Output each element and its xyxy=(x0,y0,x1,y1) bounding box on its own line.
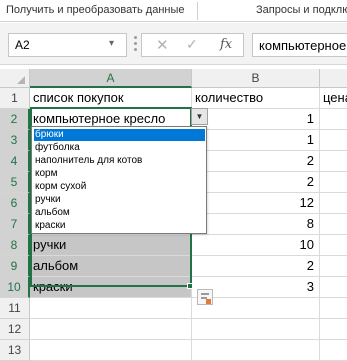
cell-c[interactable] xyxy=(320,256,347,277)
data-validation-list: брюки футболка наполнитель для котов корм ко… xyxy=(31,126,207,234)
cell-b[interactable]: 12 xyxy=(192,193,320,214)
select-all-triangle-icon xyxy=(17,76,25,84)
cell-b[interactable]: 2 xyxy=(192,172,320,193)
cell-c[interactable] xyxy=(320,235,347,256)
cell-c[interactable] xyxy=(320,214,347,235)
name-box[interactable]: A2 ▾ xyxy=(8,33,127,57)
dropdown-option[interactable]: брюки xyxy=(34,129,205,141)
row-header[interactable]: 6 xyxy=(0,193,30,214)
fill-handle[interactable] xyxy=(187,283,193,289)
cell-b[interactable]: 1 xyxy=(192,109,320,130)
dropdown-option[interactable]: корм xyxy=(34,168,205,180)
cell-c[interactable] xyxy=(320,193,347,214)
cancel-icon[interactable]: ✕ xyxy=(156,36,169,54)
cell-c[interactable]: цена xyxy=(320,88,347,109)
dropdown-option[interactable]: краски xyxy=(34,220,205,232)
cell-b[interactable]: 1 xyxy=(192,130,320,151)
cell-a[interactable] xyxy=(30,319,192,340)
ribbon-group-queries[interactable]: Запросы и подклю xyxy=(256,4,347,16)
row-header[interactable]: 5 xyxy=(0,172,30,193)
cell-c[interactable] xyxy=(320,109,347,130)
enter-icon[interactable]: ✓ xyxy=(186,36,198,53)
cell-b[interactable]: количество xyxy=(192,88,320,109)
data-validation-dropdown-button[interactable]: ▼ xyxy=(191,108,208,125)
cell-b[interactable] xyxy=(192,319,320,340)
cell-a[interactable]: альбом xyxy=(30,256,192,277)
cell-b[interactable] xyxy=(192,340,320,361)
row-header[interactable]: 10 xyxy=(0,277,30,298)
name-box-value: A2 xyxy=(15,38,30,52)
cell-a[interactable]: список покупок xyxy=(30,88,192,109)
dropdown-option[interactable]: футболка xyxy=(34,142,205,154)
row-header[interactable]: 9 xyxy=(0,256,30,277)
column-header-a[interactable]: A xyxy=(30,69,192,88)
cell-a[interactable] xyxy=(30,340,192,361)
cell-b[interactable]: 2 xyxy=(192,256,320,277)
cell-c[interactable] xyxy=(320,172,347,193)
cell-b[interactable]: 8 xyxy=(192,214,320,235)
quick-analysis-icon[interactable] xyxy=(197,289,213,305)
row-header[interactable]: 1 xyxy=(0,88,30,109)
dropdown-option[interactable]: корм сухой xyxy=(34,181,205,193)
cell-b[interactable]: 2 xyxy=(192,151,320,172)
select-all-corner[interactable] xyxy=(0,69,30,88)
row-header[interactable]: 4 xyxy=(0,151,30,172)
formula-input-value: компьютерное кресло xyxy=(259,38,347,53)
dropdown-option[interactable]: наполнитель для котов xyxy=(34,155,205,167)
formula-buttons: ✕ ✓ fx xyxy=(141,33,244,57)
formula-input[interactable]: компьютерное кресло xyxy=(252,33,347,57)
cell-c[interactable] xyxy=(320,298,347,319)
row-header[interactable]: 12 xyxy=(0,319,30,340)
row-header[interactable]: 11 xyxy=(0,298,30,319)
chevron-down-icon[interactable]: ▾ xyxy=(109,38,114,49)
cell-c[interactable] xyxy=(320,340,347,361)
row-header[interactable]: 2 xyxy=(0,109,30,130)
cell-c[interactable] xyxy=(320,277,347,298)
row-header[interactable]: 7 xyxy=(0,214,30,235)
cell-c[interactable] xyxy=(320,319,347,340)
cell-b[interactable]: 10 xyxy=(192,235,320,256)
cell-a[interactable]: ручки xyxy=(30,235,192,256)
insert-function-icon[interactable]: fx xyxy=(220,37,232,52)
row-header[interactable]: 8 xyxy=(0,235,30,256)
formula-bar: A2 ▾ ✕ ✓ fx компьютерное кресло xyxy=(0,23,347,65)
ribbon-group-labels: Получить и преобразовать данные Запросы … xyxy=(0,0,347,22)
dropdown-option[interactable]: ручки xyxy=(34,194,205,206)
cell-a[interactable] xyxy=(30,298,192,319)
ribbon-group-get-transform[interactable]: Получить и преобразовать данные xyxy=(6,4,185,16)
cell-c[interactable] xyxy=(320,130,347,151)
ribbon-separator xyxy=(197,2,198,20)
dropdown-option[interactable]: альбом xyxy=(34,207,205,219)
formula-bar-resize-handle[interactable] xyxy=(134,36,137,52)
row-header[interactable]: 13 xyxy=(0,340,30,361)
column-header-c[interactable] xyxy=(320,69,347,88)
row-header[interactable]: 3 xyxy=(0,130,30,151)
column-header-b[interactable]: B xyxy=(192,69,320,88)
cell-a[interactable]: краски xyxy=(30,277,192,298)
cell-c[interactable] xyxy=(320,151,347,172)
